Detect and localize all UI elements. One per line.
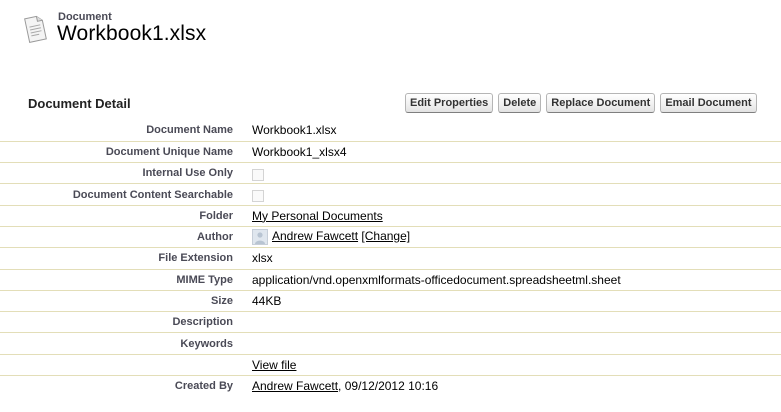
replace-document-button[interactable]: Replace Document [546, 93, 656, 113]
change-author-link[interactable]: [Change] [361, 229, 410, 243]
file-extension-value: xlsx [245, 247, 781, 270]
document-name-value: Workbook1.xlsx [245, 120, 781, 142]
field-label: Size [0, 290, 245, 313]
detail-row-internal-use: Internal Use Only [0, 162, 781, 185]
edit-properties-button[interactable]: Edit Properties [405, 93, 494, 113]
keywords-value [245, 332, 781, 355]
detail-row-content-searchable: Document Content Searchable [0, 183, 781, 206]
internal-use-checkbox [252, 168, 264, 181]
detail-row-keywords: Keywords [0, 332, 781, 355]
page-title: Workbook1.xlsx [57, 22, 207, 45]
document-icon [22, 14, 48, 44]
description-value [245, 311, 781, 334]
detail-row-document-name: Document Name Workbook1.xlsx [0, 120, 781, 142]
field-label: Keywords [0, 332, 245, 355]
detail-row-folder: Folder My Personal Documents [0, 205, 781, 227]
detail-row-view-file: View file [0, 354, 781, 377]
view-file-link[interactable]: View file [252, 358, 296, 372]
email-document-button[interactable]: Email Document [660, 93, 757, 113]
folder-link[interactable]: My Personal Documents [252, 209, 383, 223]
field-label: Document Content Searchable [0, 183, 245, 206]
field-label: Author [0, 226, 245, 249]
detail-row-mime-type: MIME Type application/vnd.openxmlformats… [0, 269, 781, 291]
unique-name-value: Workbook1_xlsx4 [245, 141, 781, 164]
document-detail-page: Document Workbook1.xlsx Document Detail … [0, 0, 781, 412]
field-label: MIME Type [0, 269, 245, 291]
field-label: Internal Use Only [0, 162, 245, 185]
field-label: Folder [0, 205, 245, 227]
detail-row-unique-name: Document Unique Name Workbook1_xlsx4 [0, 141, 781, 164]
size-value: 44KB [245, 290, 781, 313]
detail-row-created-by: Created By Andrew Fawcett, 09/12/2012 10… [0, 376, 781, 397]
field-label: Document Unique Name [0, 141, 245, 164]
delete-button[interactable]: Delete [498, 93, 542, 113]
detail-row-size: Size 44KB [0, 290, 781, 313]
field-label: File Extension [0, 247, 245, 270]
field-label: Created By [174, 380, 233, 393]
detail-button-bar: Edit Properties Delete Replace Document … [405, 93, 757, 113]
mime-type-value: application/vnd.openxmlformats-officedoc… [245, 269, 781, 291]
detail-table: Document Name Workbook1.xlsx Document Un… [0, 120, 781, 397]
field-label: Document Name [0, 120, 245, 142]
created-date: , 09/12/2012 10:16 [338, 379, 439, 394]
field-label [0, 354, 245, 377]
author-link[interactable]: Andrew Fawcett [272, 229, 358, 243]
detail-row-description: Description [0, 311, 781, 334]
detail-row-author: Author Andrew Fawcett [Change] [0, 226, 781, 249]
detail-row-file-extension: File Extension xlsx [0, 247, 781, 270]
author-avatar[interactable] [252, 229, 268, 246]
created-by-link[interactable]: Andrew Fawcett [252, 379, 338, 393]
section-title: Document Detail [28, 96, 131, 111]
field-label: Description [0, 311, 245, 334]
content-searchable-checkbox [252, 189, 264, 202]
